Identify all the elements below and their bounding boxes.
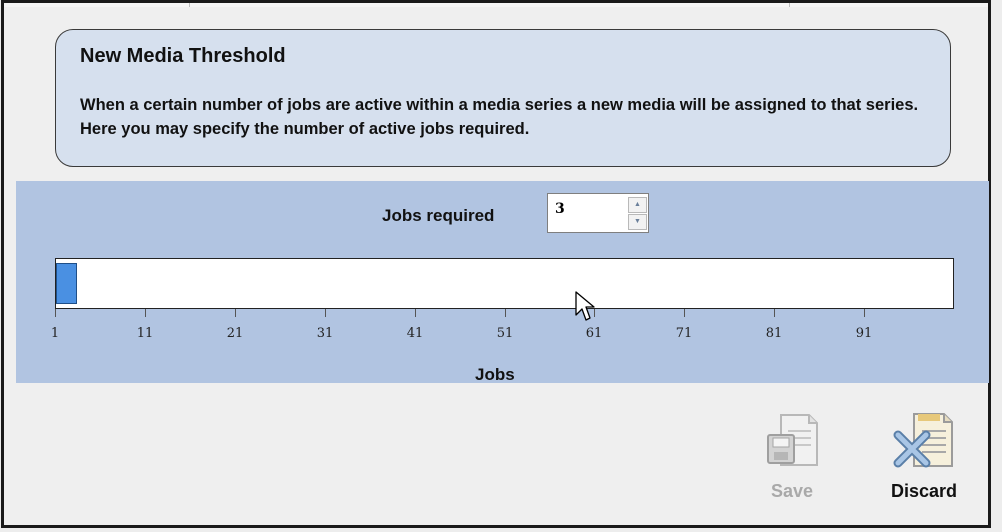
slider-tick (864, 309, 865, 317)
slider-scale: 1 11 21 31 41 51 61 71 81 91 (51, 309, 954, 349)
slider-tick (145, 309, 146, 317)
spin-down-button[interactable]: ▼ (628, 214, 647, 230)
jobs-panel: Jobs required 3 ▲ ▼ 1 11 21 31 41 51 61 71 81 91 … (16, 181, 989, 384)
slider-tick-label: 21 (226, 326, 244, 341)
save-label: Save (770, 481, 814, 501)
slider-tick-label: 11 (136, 326, 154, 341)
tab-divider (789, 3, 790, 7)
slider-tick (415, 309, 416, 317)
spin-up-button[interactable]: ▲ (628, 197, 647, 213)
arrow-up-icon: ▲ (634, 201, 641, 208)
discard-button[interactable]: Discard (876, 409, 972, 502)
jobs-required-value[interactable]: 3 (555, 201, 565, 217)
slider-tick-label: 61 (585, 326, 603, 341)
threshold-dialog: New Media Threshold When a certain numbe… (1, 0, 991, 528)
info-description: When a certain number of jobs are active… (80, 96, 919, 138)
slider-tick (505, 309, 506, 317)
slider-tick (325, 309, 326, 317)
save-button[interactable]: Save (752, 409, 832, 502)
arrow-down-icon: ▼ (634, 218, 641, 225)
mouse-pointer-icon (575, 291, 595, 321)
jobs-slider[interactable] (55, 258, 954, 309)
slider-tick (235, 309, 236, 317)
tab-divider (189, 3, 190, 7)
slider-tick-label: 51 (496, 326, 514, 341)
slider-fill[interactable] (56, 263, 77, 304)
slider-tick (684, 309, 685, 317)
slider-tick-label: 1 (50, 326, 60, 341)
slider-tick-label: 41 (406, 326, 424, 341)
slider-tick-label: 71 (675, 326, 693, 341)
discard-document-icon (893, 413, 953, 468)
info-title: New Media Threshold (80, 45, 286, 67)
slider-tick-label: 31 (316, 326, 334, 341)
jobs-axis-title: Jobs (475, 365, 515, 384)
slider-tick-label: 91 (855, 326, 873, 341)
slider-tick-label: 81 (765, 326, 783, 341)
jobs-required-spinner[interactable]: 3 ▲ ▼ (547, 193, 649, 233)
discard-label: Discard (890, 481, 958, 501)
info-panel: New Media Threshold When a certain numbe… (55, 29, 951, 167)
top-strip (4, 3, 988, 7)
slider-tick (55, 309, 56, 317)
save-document-icon (767, 414, 818, 466)
jobs-required-label: Jobs required (382, 206, 495, 225)
slider-tick (774, 309, 775, 317)
